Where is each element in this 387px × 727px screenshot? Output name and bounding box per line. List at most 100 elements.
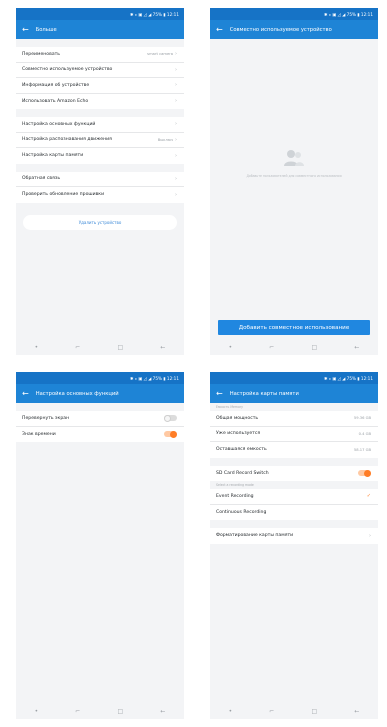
status-text: ✱ ⁎ ▣ ◿ ◢ 75% ▮ 12:11: [324, 375, 373, 381]
nav-back-icon[interactable]: ←: [354, 708, 359, 715]
status-bar: ✱ ⁎ ▣ ◿ ◢ 75% ▮ 12:11: [210, 8, 378, 20]
basic-content: Перевернуть экран Знак времени: [16, 411, 184, 711]
chevron-right-icon: ›: [175, 121, 177, 128]
remove-device-button[interactable]: Удалить устройство: [23, 214, 177, 230]
row-label: Уже используется: [216, 431, 261, 437]
arrow-back-icon[interactable]: ←: [216, 389, 223, 398]
chevron-right-icon: ›: [175, 175, 177, 182]
shared-device-row[interactable]: Совместно используемое устройство ›: [16, 63, 184, 78]
row-label: Совместно используемое устройство: [22, 67, 113, 73]
empty-state-text: Добавьте пользователей для совместного и…: [246, 174, 342, 178]
check-icon: ✓: [366, 493, 371, 500]
sd-record-toggle[interactable]: [358, 469, 371, 477]
row-label: Настройка основных функций: [22, 121, 96, 127]
arrow-back-icon[interactable]: ←: [22, 389, 29, 398]
shared-device-screen: ✱ ⁎ ▣ ◿ ◢ 75% ▮ 12:11 ← Совместно исполь…: [210, 8, 378, 355]
page-title: Больше: [35, 26, 57, 33]
chevron-right-icon: ›: [175, 191, 177, 198]
chevron-right-icon: ›: [175, 152, 177, 159]
timestamp-row: Знак времени: [16, 427, 184, 443]
chevron-right-icon: ›: [369, 532, 371, 539]
chevron-right-icon: ›: [175, 66, 177, 73]
settings-group-3: Обратная связь › Проверить обновление пр…: [16, 171, 184, 203]
page-title: Совместно используемое устройство: [229, 26, 332, 33]
empty-state: Добавьте пользователей для совместного и…: [210, 149, 378, 178]
chevron-right-icon: ›: [175, 51, 177, 58]
sd-content: Емкость Memory Общая мощность 59.36 GB У…: [210, 403, 378, 703]
add-sharing-button[interactable]: Добавить совместное использование: [218, 320, 370, 335]
home-icon[interactable]: □: [118, 708, 124, 715]
shared-content: Добавьте пользователей для совместного и…: [210, 39, 378, 339]
firmware-update-row[interactable]: Проверить обновление прошивки ›: [16, 187, 184, 203]
arrow-back-icon[interactable]: ←: [216, 25, 223, 34]
feedback-row[interactable]: Обратная связь ›: [16, 172, 184, 187]
toggle-knob: [164, 414, 171, 422]
row-label: SD Card Record Switch: [216, 470, 269, 476]
event-recording-row[interactable]: Event Recording ✓: [210, 489, 378, 505]
row-value: 59.36 GB: [353, 416, 371, 421]
app-bar: ← Настройка основных функций: [16, 384, 184, 403]
chevron-right-icon: ›: [175, 82, 177, 89]
motion-detection-row[interactable]: Настройка распознавания движения Выключ ›: [16, 133, 184, 148]
app-bar: ← Больше: [16, 20, 184, 39]
settings-group-2: Настройка основных функций › Настройка р…: [16, 117, 184, 164]
remaining-capacity-row: Оставшаяся емкость 58.17 GB: [210, 442, 378, 458]
arrow-back-icon[interactable]: ←: [22, 25, 29, 34]
nav-dot-icon[interactable]: •: [35, 708, 39, 715]
system-nav-bar: • ⌐ □ ←: [16, 703, 184, 719]
row-label: Переименовать: [22, 51, 61, 57]
settings-group-1: Переименовать smart camera › Совместно ис…: [16, 47, 184, 109]
timestamp-toggle[interactable]: [164, 430, 177, 438]
recording-mode-section-label: Select a recording mode: [216, 483, 254, 487]
basic-settings-group: Перевернуть экран Знак времени: [16, 411, 184, 442]
row-label: Общая мощность: [216, 415, 259, 421]
home-icon[interactable]: □: [312, 344, 318, 351]
used-capacity-row: Уже используется 0.4 GB: [210, 427, 378, 442]
home-icon[interactable]: □: [118, 344, 124, 351]
status-text: ✱ ⁎ ▣ ◿ ◢ 75% ▮ 12:11: [130, 375, 179, 381]
basic-settings-row[interactable]: Настройка основных функций ›: [16, 117, 184, 133]
system-nav-bar: • ⌐ □ ←: [210, 703, 378, 719]
memory-card-screen: ✱ ⁎ ▣ ◿ ◢ 75% ▮ 12:11 ← Настройка карты …: [210, 372, 378, 719]
continuous-recording-row[interactable]: Continuous Recording: [210, 505, 378, 521]
row-value-wrap: Выключ ›: [158, 137, 177, 143]
status-text: ✱ ⁎ ▣ ◿ ◢ 75% ▮ 12:11: [324, 11, 373, 17]
nav-back-icon[interactable]: ←: [354, 344, 359, 351]
system-nav-bar: • ⌐ □ ←: [210, 339, 378, 355]
flip-screen-toggle[interactable]: [164, 414, 177, 422]
home-icon[interactable]: □: [312, 708, 318, 715]
status-bar: ✱ ⁎ ▣ ◿ ◢ 75% ▮ 12:11: [16, 8, 184, 20]
amazon-echo-row[interactable]: Использовать Amazon Echo ›: [16, 94, 184, 110]
recent-apps-icon[interactable]: ⌐: [75, 344, 80, 351]
row-label: Continuous Recording: [216, 509, 267, 515]
memory-card-row[interactable]: Настройка карты памяти ›: [16, 148, 184, 164]
nav-dot-icon[interactable]: •: [229, 344, 233, 351]
row-label: Event Recording: [216, 493, 254, 499]
app-bar: ← Совместно используемое устройство: [210, 20, 378, 39]
status-bar: ✱ ⁎ ▣ ◿ ◢ 75% ▮ 12:11: [16, 372, 184, 384]
row-label: Форматирование карты памяти: [216, 533, 294, 539]
recent-apps-icon[interactable]: ⌐: [269, 708, 274, 715]
record-switch-group: SD Card Record Switch: [210, 465, 378, 481]
row-label: Обратная связь: [22, 176, 61, 182]
nav-dot-icon[interactable]: •: [229, 708, 233, 715]
recording-mode-group: Event Recording ✓ Continuous Recording: [210, 489, 378, 520]
recent-apps-icon[interactable]: ⌐: [75, 708, 80, 715]
recent-apps-icon[interactable]: ⌐: [269, 344, 274, 351]
nav-back-icon[interactable]: ←: [160, 708, 165, 715]
nav-back-icon[interactable]: ←: [160, 344, 165, 351]
screenshot-grid: ✱ ⁎ ▣ ◿ ◢ 75% ▮ 12:11 ← Больше Переимено…: [0, 0, 387, 727]
flip-screen-row: Перевернуть экран: [16, 411, 184, 427]
format-card-row[interactable]: Форматирование карты памяти ›: [210, 528, 378, 544]
row-value: smart camera: [147, 52, 173, 57]
app-bar: ← Настройка карты памяти: [210, 384, 378, 403]
device-info-row[interactable]: Информация об устройстве ›: [16, 78, 184, 94]
status-bar: ✱ ⁎ ▣ ◿ ◢ 75% ▮ 12:11: [210, 372, 378, 384]
toggle-knob: [364, 469, 371, 477]
row-label: Настройка карты памяти: [22, 153, 84, 159]
capacity-section-label: Емкость Memory: [216, 405, 243, 409]
more-screen: ✱ ⁎ ▣ ◿ ◢ 75% ▮ 12:11 ← Больше Переимено…: [16, 8, 184, 355]
nav-dot-icon[interactable]: •: [35, 344, 39, 351]
row-label: Настройка распознавания движения: [22, 137, 112, 143]
rename-row[interactable]: Переименовать smart camera ›: [16, 47, 184, 63]
